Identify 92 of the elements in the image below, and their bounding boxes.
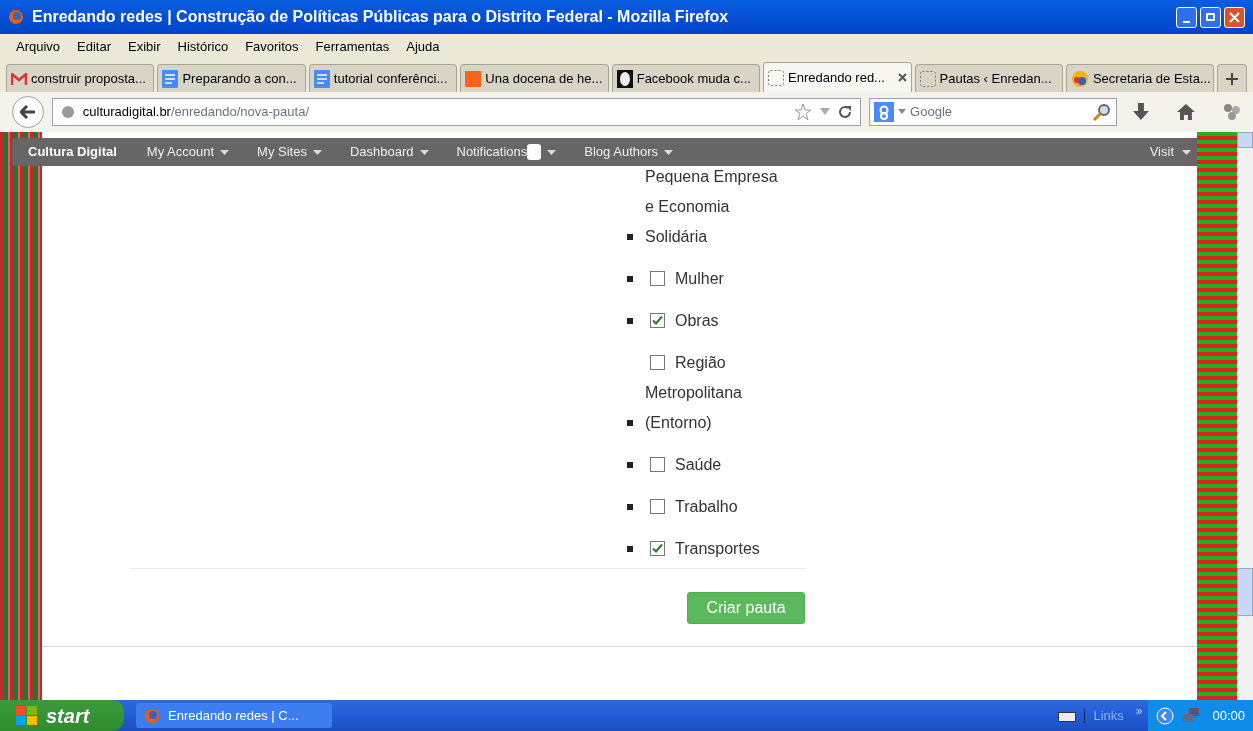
scrollbar[interactable] <box>1237 132 1253 700</box>
close-button[interactable] <box>1224 6 1245 28</box>
menu-item[interactable]: Arquivo <box>16 37 61 57</box>
admin-menu-item[interactable]: My Sites <box>243 142 336 162</box>
close-icon <box>1229 11 1240 23</box>
browser-tab[interactable]: Pautas ‹ Enredan... <box>914 64 1063 92</box>
visit-menu[interactable]: Visit <box>1149 142 1197 162</box>
firefox-icon <box>144 707 160 724</box>
search-icon[interactable] <box>1092 102 1113 122</box>
menu-item[interactable]: Histórico <box>177 37 229 57</box>
checkbox-label[interactable]: Transportes <box>645 534 787 564</box>
browser-tab[interactable]: Facebook muda c... <box>611 64 761 92</box>
back-button[interactable] <box>12 96 44 128</box>
browser-tab[interactable]: Preparando a con... <box>157 64 306 92</box>
reload-icon[interactable] <box>838 105 853 119</box>
restore-button[interactable] <box>1200 6 1221 28</box>
checkbox-label[interactable]: Mulher <box>645 264 787 294</box>
mail-icon <box>11 72 27 85</box>
blank-page-icon <box>919 70 936 87</box>
document-icon <box>313 69 330 88</box>
search-engine-icon[interactable] <box>874 102 895 122</box>
back-arrow-icon <box>19 105 36 119</box>
search-field[interactable]: Google <box>869 98 1118 126</box>
download-icon[interactable] <box>1133 103 1150 121</box>
admin-menu-item[interactable]: Blog Authors <box>570 142 688 162</box>
close-icon <box>897 73 907 82</box>
new-tab-button[interactable] <box>1217 64 1248 92</box>
bullet-icon <box>627 420 633 426</box>
caret-icon <box>664 149 674 155</box>
menu-item[interactable]: Ajuda <box>406 37 440 57</box>
document-icon <box>162 69 179 88</box>
caret-icon <box>419 149 429 155</box>
address-field[interactable]: culturadigital.br/enredando/nova-pauta/ <box>51 98 862 126</box>
windows-logo-icon <box>16 705 38 726</box>
menu-item[interactable]: Exibir <box>128 37 161 57</box>
checkbox-label[interactable]: Obras <box>645 306 787 336</box>
menu-item[interactable]: Favoritos <box>245 37 299 57</box>
window-title: Enredando redes | Construção de Políticas Públicas para o Distrito Federal - Mozilla Firefox <box>32 7 730 27</box>
dropdown-icon[interactable] <box>898 109 907 115</box>
more-button[interactable]: » <box>1135 701 1143 720</box>
bullet-icon <box>627 276 633 282</box>
colorful-circle-icon <box>1070 69 1089 88</box>
chevron-left-icon[interactable] <box>1156 706 1175 725</box>
caret-icon <box>547 149 557 155</box>
home-icon[interactable] <box>1177 104 1196 120</box>
firefox-icon <box>8 9 24 25</box>
clock: 00:00 <box>1212 706 1245 725</box>
blank-page-icon <box>768 69 785 86</box>
caret-icon <box>220 149 230 155</box>
checkbox[interactable] <box>650 313 665 328</box>
checkbox[interactable] <box>650 271 665 286</box>
notification-badge <box>527 144 542 160</box>
checkbox-label[interactable]: Saúde <box>645 450 787 480</box>
browser-tab[interactable]: Una docena de he... <box>460 64 609 92</box>
browser-tab[interactable]: Enredando red... <box>763 62 912 92</box>
bullet-icon <box>627 318 633 324</box>
start-button[interactable]: start <box>0 700 124 731</box>
checkbox[interactable] <box>650 457 665 472</box>
admin-menu-item[interactable]: Dashboard <box>335 142 443 162</box>
minimize-icon <box>1183 20 1190 23</box>
caret-icon <box>312 149 322 155</box>
bullet-icon <box>627 546 633 552</box>
site-link[interactable]: Cultura Digital <box>12 142 133 162</box>
checkbox-label[interactable]: Região Metropolitana (Entorno) <box>645 348 787 438</box>
bullet-icon <box>627 234 633 240</box>
admin-menu-item[interactable]: My Account <box>132 142 244 162</box>
search-input: Google <box>910 102 1089 122</box>
menu-item[interactable]: Ferramentas <box>315 37 390 57</box>
keyboard-icon[interactable] <box>1058 709 1077 722</box>
browser-tab[interactable]: construir proposta... <box>6 64 155 92</box>
plus-icon <box>1226 72 1239 85</box>
checkbox[interactable] <box>650 541 665 556</box>
browser-tab[interactable]: tutorial conferênci... <box>308 64 458 92</box>
caret-icon <box>1182 149 1191 155</box>
star-icon[interactable] <box>794 103 813 121</box>
restore-icon <box>1206 13 1215 21</box>
bullet-icon <box>627 462 633 468</box>
browser-tab[interactable]: Secretaria de Esta... <box>1065 64 1215 92</box>
checkbox[interactable] <box>650 499 665 514</box>
topic-text: Pequena Empresa e Economia Solidária <box>645 168 778 245</box>
checkbox-label[interactable]: Trabalho <box>645 492 787 522</box>
minimize-button[interactable] <box>1176 6 1197 28</box>
checkmark-icon <box>652 315 663 326</box>
checkmark-icon <box>652 543 663 554</box>
menu-item[interactable]: Editar <box>77 37 112 57</box>
addon-icon[interactable] <box>1223 103 1241 121</box>
bullet-icon <box>627 504 633 510</box>
globe-icon <box>60 105 75 119</box>
close-tab-icon[interactable] <box>897 73 907 82</box>
admin-menu-item[interactable]: Notifications <box>442 142 571 162</box>
checkbox[interactable] <box>650 355 665 370</box>
taskbar-window-button[interactable]: Enredando redes | C... <box>136 703 332 728</box>
